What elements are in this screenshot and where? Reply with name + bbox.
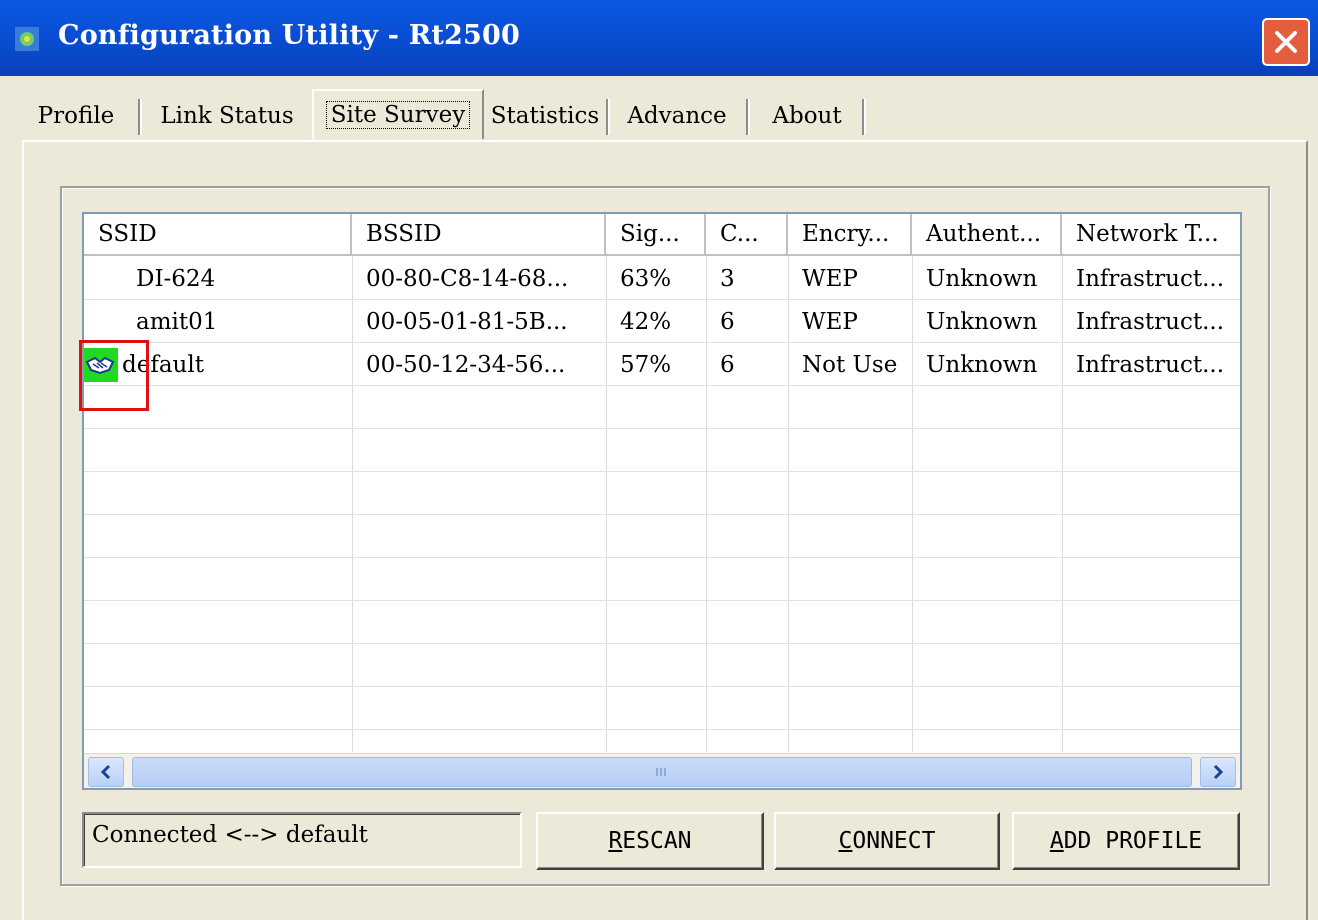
horizontal-scrollbar[interactable]: [84, 753, 1240, 788]
add-profile-accelerator: A: [1049, 828, 1064, 854]
tab-separator: [862, 99, 866, 135]
tab-label: Statistics: [490, 103, 600, 129]
grip-icon: [656, 768, 666, 776]
chevron-left-icon: [100, 764, 111, 780]
connect-label: ONNECT: [852, 828, 936, 854]
signal-cell: 57%: [620, 351, 672, 378]
auth-cell: Unknown: [926, 265, 1038, 292]
row-divider: [84, 471, 1240, 472]
channel-cell: 6: [720, 351, 735, 378]
column-header-network-type[interactable]: Network T...: [1062, 214, 1240, 256]
tab-separator: [138, 99, 142, 135]
close-icon: [1275, 31, 1297, 53]
tab-about[interactable]: About: [752, 93, 862, 139]
bssid-cell: 00-50-12-34-56...: [366, 351, 566, 378]
scroll-thumb[interactable]: [132, 757, 1192, 787]
tab-separator: [746, 99, 750, 135]
column-header-channel[interactable]: C...: [706, 214, 788, 256]
network-type-cell: Infrastruct...: [1076, 308, 1225, 335]
signal-cell: 42%: [620, 308, 672, 335]
column-header-bssid[interactable]: BSSID: [352, 214, 606, 256]
chevron-right-icon: [1213, 764, 1224, 780]
auth-cell: Unknown: [926, 308, 1038, 335]
connect-accelerator: C: [838, 828, 853, 854]
connect-button[interactable]: C ONNECT: [774, 812, 1000, 870]
column-header-ssid[interactable]: SSID: [84, 214, 352, 256]
table-row-connected[interactable]: default 00-50-12-34-56... 57% 6 Not Use …: [84, 343, 1240, 386]
table-row[interactable]: amit01 00-05-01-81-5B... 42% 6 WEP Unkno…: [84, 300, 1240, 343]
row-divider: [84, 600, 1240, 601]
network-type-cell: Infrastruct...: [1076, 351, 1225, 378]
rescan-label: ESCAN: [622, 828, 692, 854]
channel-cell: 6: [720, 308, 735, 335]
row-divider: [84, 428, 1240, 429]
add-profile-button[interactable]: A DD PROFILE: [1012, 812, 1240, 870]
tab-label: Site Survey: [325, 101, 471, 129]
tab-site-survey[interactable]: Site Survey: [312, 89, 484, 139]
channel-cell: 3: [720, 265, 735, 292]
encryption-cell: WEP: [802, 308, 858, 335]
add-profile-label: DD PROFILE: [1063, 828, 1203, 854]
highlight-box: [79, 340, 149, 411]
row-divider: [84, 686, 1240, 687]
network-type-cell: Infrastruct...: [1076, 265, 1225, 292]
scroll-right-button[interactable]: [1200, 757, 1236, 787]
bssid-cell: 00-80-C8-14-68...: [366, 265, 569, 292]
encryption-cell: WEP: [802, 265, 858, 292]
auth-cell: Unknown: [926, 351, 1038, 378]
row-divider: [84, 557, 1240, 558]
ssid-cell: DI-624: [136, 265, 216, 292]
tab-advance[interactable]: Advance: [612, 93, 742, 139]
close-button[interactable]: [1262, 18, 1310, 66]
tab-label: About: [772, 103, 842, 129]
row-divider: [84, 514, 1240, 515]
rescan-accelerator: R: [608, 828, 623, 854]
tab-label: Advance: [627, 103, 727, 129]
row-divider: [84, 729, 1240, 730]
connection-status-field: Connected <--> default: [82, 812, 522, 868]
tab-link-status[interactable]: Link Status: [144, 93, 310, 139]
tab-separator: [606, 99, 610, 135]
encryption-cell: Not Use: [802, 351, 898, 378]
row-divider: [84, 643, 1240, 644]
list-header: SSID BSSID Sig... C... Encry... Authent.…: [84, 214, 1240, 256]
tab-label: Link Status: [160, 103, 294, 129]
tab-label: Profile: [37, 103, 115, 129]
site-survey-list[interactable]: SSID BSSID Sig... C... Encry... Authent.…: [82, 212, 1242, 790]
scroll-left-button[interactable]: [88, 757, 124, 787]
app-icon: [14, 26, 40, 52]
signal-cell: 63%: [620, 265, 672, 292]
ssid-cell: amit01: [136, 308, 218, 335]
column-header-signal[interactable]: Sig...: [606, 214, 706, 256]
title-bar[interactable]: Configuration Utility - Rt2500: [0, 0, 1318, 76]
bssid-cell: 00-05-01-81-5B...: [366, 308, 568, 335]
tab-profile[interactable]: Profile: [20, 93, 132, 139]
tab-statistics[interactable]: Statistics: [488, 93, 602, 139]
column-header-encryption[interactable]: Encry...: [788, 214, 912, 256]
rescan-button[interactable]: R ESCAN: [536, 812, 764, 870]
table-row[interactable]: DI-624 00-80-C8-14-68... 63% 3 WEP Unkno…: [84, 257, 1240, 300]
window-title: Configuration Utility - Rt2500: [58, 20, 521, 51]
column-header-authentication[interactable]: Authent...: [912, 214, 1062, 256]
